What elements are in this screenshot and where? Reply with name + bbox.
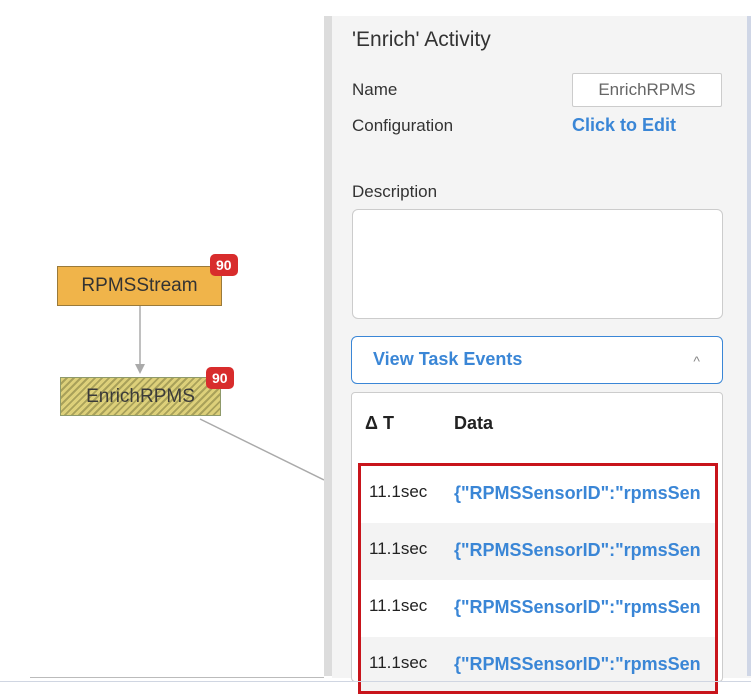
highlighted-event-rows: 11.1sec {"RPMSSensorID":"rpmsSen 11.1sec… [358,463,718,694]
node-label: RPMSStream [81,275,198,296]
panel-title: 'Enrich' Activity [352,28,491,51]
table-row: 11.1sec {"RPMSSensorID":"rpmsSen [361,580,715,637]
node-enrichrpms[interactable]: EnrichRPMS [60,377,221,416]
row-data-link[interactable]: {"RPMSSensorID":"rpmsSen [454,483,701,504]
row-delta-t: 11.1sec [369,596,428,615]
event-count-badge: 90 [206,367,234,389]
row-data-link[interactable]: {"RPMSSensorID":"rpmsSen [454,597,701,618]
description-label: Description [352,182,438,201]
bottom-divider [0,681,751,682]
flow-canvas[interactable]: RPMSStream 90 EnrichRPMS 90 [0,0,324,686]
node-label: EnrichRPMS [86,385,195,407]
column-header-delta-t: Δ T [365,413,394,433]
event-count-badge: 90 [210,254,238,276]
description-textarea[interactable] [352,209,723,319]
table-row: 11.1sec {"RPMSSensorID":"rpmsSen [361,637,715,691]
scroll-edge [747,16,751,676]
name-label: Name [352,80,398,99]
table-row: 11.1sec {"RPMSSensorID":"rpmsSen [361,523,715,580]
view-task-events-button[interactable]: View Task Events ^ [351,336,723,384]
chevron-up-icon: ^ [693,353,700,369]
row-data-link[interactable]: {"RPMSSensorID":"rpmsSen [454,654,701,675]
node-rpmsstream[interactable]: RPMSStream [57,266,222,306]
panel-shadow [324,16,332,676]
view-task-events-label: View Task Events [373,349,523,369]
table-row: 11.1sec {"RPMSSensorID":"rpmsSen [361,466,715,523]
column-header-data: Data [454,413,494,433]
flow-connectors [135,306,324,481]
activity-panel: 'Enrich' Activity Name EnrichRPMS Config… [332,16,751,694]
row-data-link[interactable]: {"RPMSSensorID":"rpmsSen [454,540,701,561]
row-delta-t: 11.1sec [369,539,428,558]
row-delta-t: 11.1sec [369,482,428,501]
name-input[interactable]: EnrichRPMS [572,73,722,107]
edit-configuration-link[interactable]: Click to Edit [572,115,676,136]
canvas-divider [30,677,324,678]
row-delta-t: 11.1sec [369,653,428,672]
configuration-label: Configuration [352,116,454,135]
